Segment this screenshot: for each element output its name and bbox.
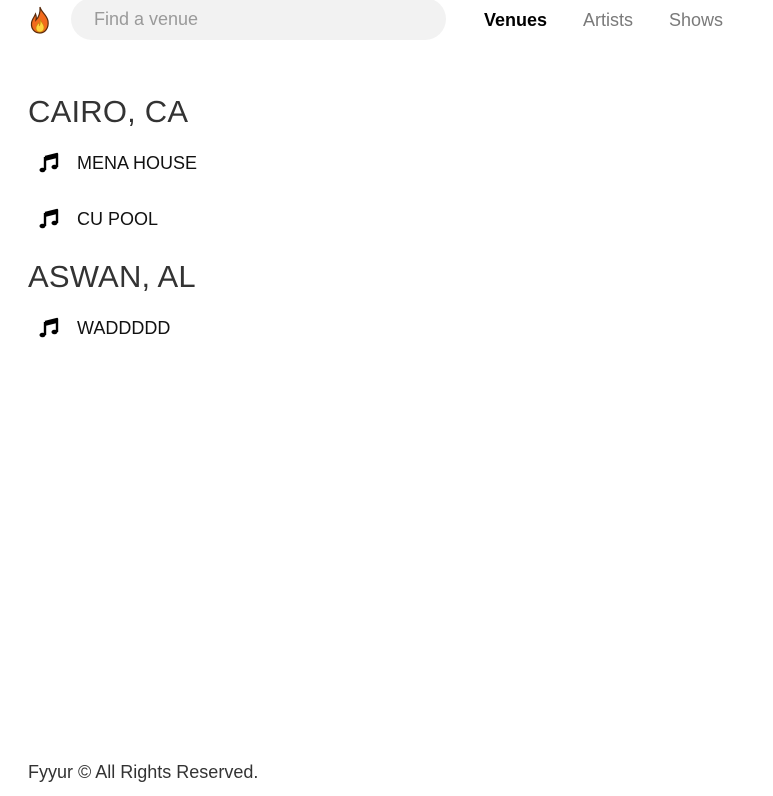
venue-list-item[interactable]: CU POOL xyxy=(38,205,158,233)
nav-artists-link[interactable]: Artists xyxy=(583,9,633,31)
venue-list-item[interactable]: WADDDDD xyxy=(38,314,170,342)
city-heading: CAIRO, CA xyxy=(28,94,189,129)
fire-logo-icon[interactable] xyxy=(28,6,52,34)
nav-venues-link[interactable]: Venues xyxy=(484,9,547,31)
search-input[interactable] xyxy=(71,0,446,40)
page: Venues Artists Shows CAIRO, CA MENA HOUS… xyxy=(0,0,773,796)
venue-name: WADDDDD xyxy=(77,317,171,338)
city-heading: ASWAN, AL xyxy=(28,259,196,294)
music-note-icon xyxy=(39,208,59,229)
fire-icon xyxy=(30,6,49,34)
nav-shows-link[interactable]: Shows xyxy=(669,9,723,31)
venue-name: MENA HOUSE xyxy=(77,152,198,173)
music-note-icon xyxy=(39,152,59,173)
footer-copyright: Fyyur © All Rights Reserved. xyxy=(28,762,259,782)
venue-list-item[interactable]: MENA HOUSE xyxy=(38,149,197,177)
venue-name: CU POOL xyxy=(77,208,159,229)
header: Venues Artists Shows xyxy=(0,0,773,40)
music-note-icon xyxy=(39,317,59,338)
